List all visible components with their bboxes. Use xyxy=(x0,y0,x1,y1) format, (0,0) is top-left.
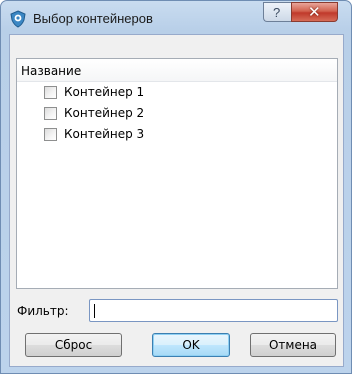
cancel-button[interactable]: Отмена xyxy=(250,333,336,357)
filter-label: Фильтр: xyxy=(17,304,69,318)
checkbox[interactable] xyxy=(44,86,57,99)
window-title: Выбор контейнеров xyxy=(33,11,153,26)
help-icon: ? xyxy=(273,5,281,20)
list-item[interactable]: Контейнер 1 xyxy=(17,82,337,103)
checkbox[interactable] xyxy=(44,128,57,141)
app-shield-icon xyxy=(10,10,26,28)
filter-input[interactable] xyxy=(89,299,338,322)
reset-button[interactable]: Сброс xyxy=(25,333,122,357)
close-icon: ✕ xyxy=(308,3,321,21)
close-button[interactable]: ✕ xyxy=(291,2,338,22)
checkbox[interactable] xyxy=(44,107,57,120)
ok-button[interactable]: OK xyxy=(152,333,230,357)
column-header-name[interactable]: Название xyxy=(17,59,337,82)
container-list[interactable]: Название Контейнер 1 Контейнер 2 Контейн… xyxy=(16,58,338,289)
list-item-label: Контейнер 1 xyxy=(64,85,145,99)
list-item[interactable]: Контейнер 3 xyxy=(17,124,337,145)
title-bar[interactable]: Выбор контейнеров ? ✕ xyxy=(1,1,351,35)
help-button[interactable]: ? xyxy=(263,2,291,22)
list-item[interactable]: Контейнер 2 xyxy=(17,103,337,124)
text-caret xyxy=(94,304,95,318)
list-item-label: Контейнер 2 xyxy=(64,106,145,120)
list-item-label: Контейнер 3 xyxy=(64,127,145,141)
